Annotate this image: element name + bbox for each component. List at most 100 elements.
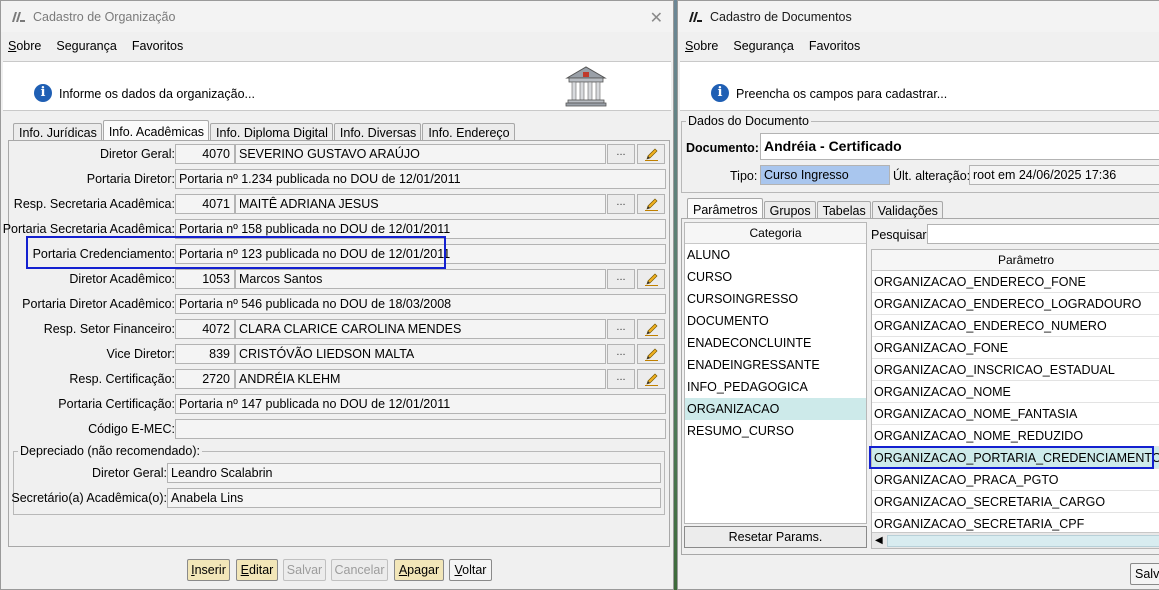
menu-bar: Sobre Segurança Favoritos <box>678 32 1159 59</box>
diretor-geral-code[interactable]: 4070 <box>175 144 235 164</box>
parametro-item[interactable]: ORGANIZACAO_NOME <box>872 381 1159 403</box>
apagar-button[interactable]: Apagar <box>394 559 444 581</box>
categoria-header: Categoria <box>685 223 866 244</box>
label-resp-certificacao: Resp. Certificação: <box>69 372 175 386</box>
resp-certificacao-lookup-button[interactable]: ... <box>607 369 635 389</box>
portaria-secretaria-field[interactable]: Portaria nº 158 publicada no DOU de 12/0… <box>175 219 666 239</box>
scroll-left-arrow-icon[interactable]: ◀ <box>875 533 883 548</box>
editar-button[interactable]: Editar <box>236 559 278 581</box>
codigo-emec-field[interactable] <box>175 419 666 439</box>
parametro-item[interactable]: ORGANIZACAO_NOME_REDUZIDO <box>872 425 1159 447</box>
diretor-academico-lookup-button[interactable]: ... <box>607 269 635 289</box>
menu-seguranca[interactable]: Segurança <box>733 39 793 53</box>
diretor-academico-edit-pencil-icon[interactable] <box>637 269 665 289</box>
categoria-item[interactable]: CURSOINGRESSO <box>685 288 866 310</box>
label-ult-alteracao: Últ. alteração: <box>893 169 971 183</box>
categoria-item[interactable]: ORGANIZACAO <box>685 398 866 420</box>
resp-financeiro-code[interactable]: 4072 <box>175 319 235 339</box>
label-diretor-geral: Diretor Geral: <box>99 147 175 161</box>
categoria-item[interactable]: CURSO <box>685 266 866 288</box>
scrollbar-thumb[interactable] <box>887 535 1159 547</box>
portaria-credenciamento-field[interactable]: Portaria nº 123 publicada no DOU de 12/0… <box>175 244 666 264</box>
organization-window: Cadastro de Organização ✕ Sobre Seguranç… <box>0 0 674 590</box>
app-logo-icon <box>688 11 702 23</box>
menu-favoritos[interactable]: Favoritos <box>132 39 183 53</box>
horizontal-scrollbar[interactable]: ◀ <box>872 532 1159 548</box>
label-resp-setor-financeiro: Resp. Setor Financeiro: <box>43 322 175 336</box>
menu-sobre[interactable]: Sobre <box>685 39 718 53</box>
parametro-item[interactable]: ORGANIZACAO_ENDERECO_NUMERO <box>872 315 1159 337</box>
dep-secretario-field[interactable]: Anabela Lins <box>167 488 661 508</box>
voltar-button[interactable]: Voltar <box>449 559 492 581</box>
vice-diretor-code[interactable]: 839 <box>175 344 235 364</box>
parametro-item[interactable]: ORGANIZACAO_PRACA_PGTO <box>872 469 1159 491</box>
resp-secretaria-code[interactable]: 4071 <box>175 194 235 214</box>
ult-alteracao-field: root em 24/06/2025 17:36 <box>969 165 1159 185</box>
vice-diretor-edit-pencil-icon[interactable] <box>637 344 665 364</box>
resp-financeiro-name[interactable]: CLARA CLARICE CAROLINA MENDES <box>235 319 606 339</box>
resp-financeiro-lookup-button[interactable]: ... <box>607 319 635 339</box>
parametro-item[interactable]: ORGANIZACAO_NOME_FANTASIA <box>872 403 1159 425</box>
categoria-item[interactable]: INFO_PEDAGOGICA <box>685 376 866 398</box>
menu-seguranca[interactable]: Segurança <box>56 39 116 53</box>
diretor-geral-lookup-button[interactable]: ... <box>607 144 635 164</box>
categoria-item[interactable]: ENADEINGRESSANTE <box>685 354 866 376</box>
info-banner: i Preencha os campos para cadastrar... <box>680 61 1159 111</box>
resp-financeiro-edit-pencil-icon[interactable] <box>637 319 665 339</box>
label-tipo: Tipo: <box>730 169 758 183</box>
parametro-item[interactable]: ORGANIZACAO_ENDERECO_LOGRADOURO <box>872 293 1159 315</box>
academic-info-panel: Diretor Geral: 4070 SEVERINO GUSTAVO ARA… <box>3 140 670 547</box>
portaria-certificacao-field[interactable]: Portaria nº 147 publicada no DOU de 12/0… <box>175 394 666 414</box>
parametro-item[interactable]: ORGANIZACAO_ENDERECO_FONE <box>872 271 1159 293</box>
tipo-field[interactable]: Curso Ingresso <box>760 165 890 185</box>
parametro-item[interactable]: ORGANIZACAO_SECRETARIA_CARGO <box>872 491 1159 513</box>
label-portaria-certificacao: Portaria Certificação: <box>58 397 175 411</box>
info-icon: i <box>711 84 729 102</box>
menu-favoritos[interactable]: Favoritos <box>809 39 860 53</box>
diretor-academico-code[interactable]: 1053 <box>175 269 235 289</box>
diretor-geral-edit-pencil-icon[interactable] <box>637 144 665 164</box>
close-icon[interactable]: ✕ <box>650 8 663 28</box>
resp-secretaria-lookup-button[interactable]: ... <box>607 194 635 214</box>
vice-diretor-lookup-button[interactable]: ... <box>607 344 635 364</box>
title-bar: Cadastro de Organização ✕ <box>1 1 673 32</box>
title-bar: Cadastro de Documentos <box>678 1 1159 32</box>
resp-certificacao-name[interactable]: ANDRÉIA KLEHM <box>235 369 606 389</box>
dep-diretor-geral-field[interactable]: Leandro Scalabrin <box>167 463 661 483</box>
portaria-diretor-field[interactable]: Portaria nº 1.234 publicada no DOU de 12… <box>175 169 666 189</box>
documento-field[interactable]: Andréia - Certificado <box>760 133 1159 160</box>
info-text: Preencha os campos para cadastrar... <box>736 87 948 101</box>
diretor-geral-name[interactable]: SEVERINO GUSTAVO ARAÚJO <box>235 144 606 164</box>
portaria-diretor-academico-field[interactable]: Portaria nº 546 publicada no DOU de 18/0… <box>175 294 666 314</box>
parametro-item[interactable]: ORGANIZACAO_FONE <box>872 337 1159 359</box>
categoria-item[interactable]: RESUMO_CURSO <box>685 420 866 442</box>
resp-certificacao-code[interactable]: 2720 <box>175 369 235 389</box>
resp-certificacao-edit-pencil-icon[interactable] <box>637 369 665 389</box>
parametro-item[interactable]: ORGANIZACAO_INSCRICAO_ESTADUAL <box>872 359 1159 381</box>
inserir-button[interactable]: Inserir <box>187 559 230 581</box>
menu-sobre[interactable]: Sobre <box>8 39 41 53</box>
search-input[interactable] <box>927 224 1159 244</box>
categoria-item[interactable]: ENADECONCLUINTE <box>685 332 866 354</box>
dados-documento-title: Dados do Documento <box>686 114 811 128</box>
vice-diretor-name[interactable]: CRISTÓVÃO LIEDSON MALTA <box>235 344 606 364</box>
parametro-item[interactable]: ORGANIZACAO_PORTARIA_CREDENCIAMENTO <box>872 447 1159 469</box>
label-portaria-diretor-academico: Portaria Diretor Acadêmico: <box>22 297 175 311</box>
resp-secretaria-name[interactable]: MAITÊ ADRIANA JESUS <box>235 194 606 214</box>
resp-secretaria-edit-pencil-icon[interactable] <box>637 194 665 214</box>
info-banner: i Informe os dados da organização... <box>3 61 671 111</box>
label-resp-secretaria: Resp. Secretaria Acadêmica: <box>13 197 175 211</box>
salvar-button[interactable]: Salvar <box>283 559 326 581</box>
diretor-academico-name[interactable]: Marcos Santos <box>235 269 606 289</box>
app-logo-icon <box>11 11 25 23</box>
categoria-item[interactable]: DOCUMENTO <box>685 310 866 332</box>
label-portaria-secretaria: Portaria Secretaria Acadêmica: <box>2 222 175 236</box>
categoria-item[interactable]: ALUNO <box>685 244 866 266</box>
label-dep-diretor-geral: Diretor Geral: <box>91 466 167 480</box>
label-diretor-academico: Diretor Acadêmico: <box>69 272 175 286</box>
documents-window: Cadastro de Documentos Sobre Segurança F… <box>677 0 1159 590</box>
resetar-params-button[interactable]: Resetar Params. <box>684 526 867 548</box>
label-dep-secretario: Secretário(a) Acadêmica(o): <box>11 491 167 505</box>
cancelar-button[interactable]: Cancelar <box>331 559 388 581</box>
salvar-button-partial[interactable]: Salva <box>1130 563 1159 585</box>
